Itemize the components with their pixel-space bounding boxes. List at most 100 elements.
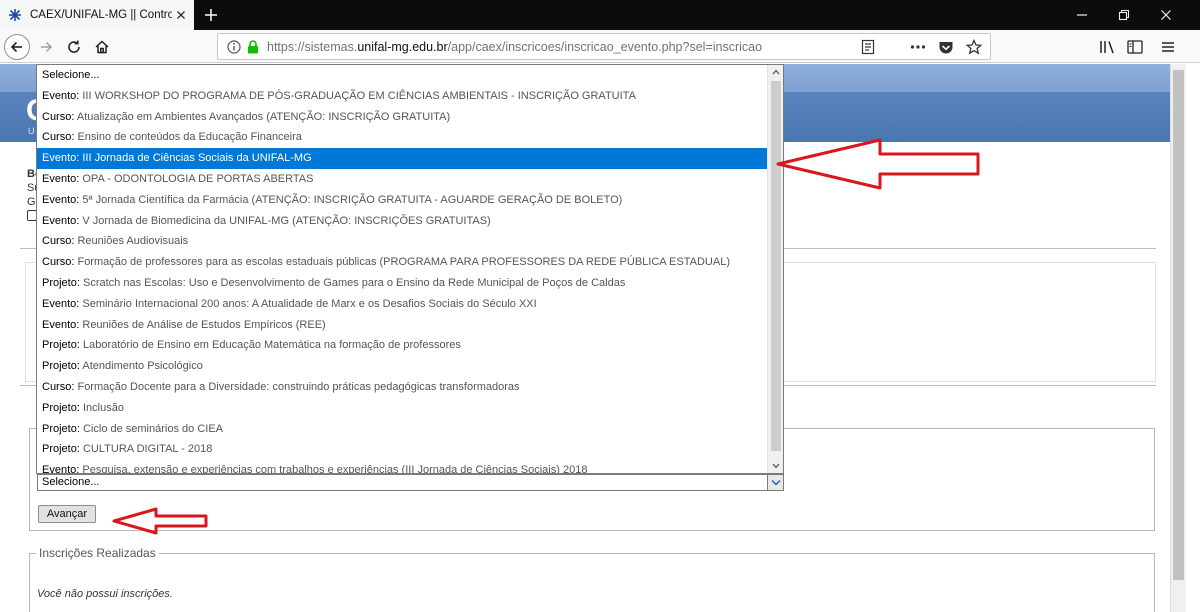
page-scrollbar[interactable] (1170, 64, 1186, 612)
dropdown-option-type: Evento: (42, 464, 80, 474)
no-registrations-message: Você não possui inscrições. (37, 588, 173, 600)
close-window-icon[interactable] (1146, 0, 1186, 30)
home-icon[interactable] (89, 34, 115, 60)
browser-tab[interactable]: CAEX/UNIFAL-MG || Controle d (0, 0, 194, 30)
registrations-legend: Inscrições Realizadas (36, 546, 159, 560)
dropdown-option-type: Curso: (42, 380, 75, 393)
reader-view-icon[interactable] (858, 38, 878, 56)
dropdown-option[interactable]: Projeto: Inclusão (37, 398, 767, 419)
dropdown-option-type: Projeto: (42, 360, 80, 373)
dropdown-option[interactable]: Selecione... (37, 65, 767, 86)
dropdown-option-type: Evento: (42, 172, 80, 185)
library-icon[interactable] (1097, 36, 1119, 58)
restore-icon[interactable] (1104, 0, 1144, 30)
dropdown-option-name: Pesquisa, extensão e experiências com tr… (82, 464, 588, 474)
plus-icon[interactable] (200, 4, 222, 26)
dropdown-option[interactable]: Evento: 5ª Jornada Científica da Farmáci… (37, 190, 767, 211)
dropdown-option[interactable]: Projeto: Scratch nas Escolas: Uso e Dese… (37, 273, 767, 294)
browser-tab-bar: CAEX/UNIFAL-MG || Controle d (0, 0, 1200, 30)
dropdown-option[interactable]: Evento: III Jornada de Ciências Sociais … (37, 148, 767, 169)
dropdown-option-name: Atendimento Psicológico (82, 360, 203, 373)
dropdown-option[interactable]: Projeto: Laboratório de Ensino em Educaç… (37, 335, 767, 356)
dropdown-option[interactable]: Evento: III WORKSHOP DO PROGRAMA DE PÓS-… (37, 86, 767, 107)
dropdown-option-type: Projeto: (42, 401, 80, 414)
dropdown-option-name: Formação de professores para as escolas … (77, 256, 730, 269)
dropdown-scrollbar-thumb[interactable] (771, 81, 781, 451)
caex-favicon-icon (8, 8, 22, 22)
dropdown-option-type: Evento: (42, 152, 80, 165)
info-icon[interactable] (225, 38, 243, 56)
dropdown-option-name: III Jornada de Ciências Sociais da UNIFA… (82, 152, 312, 165)
url-text: https://sistemas.unifal-mg.edu.br/app/ca… (267, 40, 762, 54)
dropdown-option-name: OPA - ODONTOLOGIA DE PORTAS ABERTAS (82, 172, 314, 185)
dropdown-option-name: Ensino de conteúdos da Educação Financei… (77, 131, 302, 144)
sidebar-icon[interactable] (1124, 36, 1146, 58)
close-icon[interactable] (174, 8, 188, 22)
event-select[interactable]: Selecione... (37, 474, 784, 491)
page-scrollbar-thumb[interactable] (1173, 70, 1184, 580)
url-host: unifal-mg.edu.br (357, 39, 448, 54)
dropdown-option-name: Ciclo de seminários do CIEA (82, 422, 223, 435)
advance-button[interactable]: Avançar (38, 505, 96, 523)
address-bar[interactable]: https://sistemas.unifal-mg.edu.br/app/ca… (217, 33, 991, 60)
dropdown-option-name: Formação Docente para a Diversidade: con… (77, 380, 520, 393)
dropdown-options: Selecione... Evento: III WORKSHOP DO PROG… (37, 65, 767, 474)
scroll-up-icon[interactable] (768, 65, 783, 79)
dropdown-option-type: Evento: (42, 214, 80, 227)
dropdown-option-type: Curso: (42, 256, 75, 269)
star-icon[interactable] (964, 38, 984, 56)
dropdown-option-name: CULTURA DIGITAL - 2018 (82, 443, 213, 456)
dropdown-option[interactable]: Projeto: Ciclo de seminários do CIEA (37, 419, 767, 440)
dropdown-option[interactable]: Curso: Formação Docente para a Diversida… (37, 377, 767, 398)
dropdown-option-name: 5ª Jornada Científica da Farmácia (ATENÇ… (82, 193, 623, 206)
dropdown-option-name: V Jornada de Biomedicina da UNIFAL-MG (A… (82, 214, 491, 227)
dropdown-option[interactable]: Curso: Ensino de conteúdos da Educação F… (37, 127, 767, 148)
pocket-icon[interactable] (936, 38, 956, 56)
site-logo-sub: U (28, 126, 35, 136)
dropdown-option[interactable]: Curso: Reuniões Audiovisuais (37, 231, 767, 252)
dropdown-option-type: Projeto: (42, 443, 80, 456)
lock-icon (245, 39, 261, 55)
dropdown-option-name: Reuniões de Análise de Estudos Empíricos… (82, 318, 326, 331)
event-dropdown-list[interactable]: Selecione... Evento: III WORKSHOP DO PROG… (36, 64, 784, 474)
dropdown-option-name: Atualização em Ambientes Avançados (ATEN… (76, 110, 451, 123)
dropdown-option-name: III WORKSHOP DO PROGRAMA DE PÓS-GRADUAÇÃ… (82, 89, 636, 102)
event-select-value: Selecione... (42, 476, 100, 488)
reload-icon[interactable] (61, 34, 87, 60)
dropdown-option[interactable]: Projeto: CULTURA DIGITAL - 2018 (37, 439, 767, 460)
dropdown-option[interactable]: Evento: Seminário Internacional 200 anos… (37, 294, 767, 315)
dropdown-option-name: Seminário Internacional 200 anos: A Atua… (82, 297, 537, 310)
dropdown-option-type: Evento: (42, 193, 80, 206)
dropdown-option-type: Projeto: (42, 422, 80, 435)
dropdown-option-type: Selecione... (42, 69, 100, 81)
dropdown-option-type: Curso: (42, 235, 75, 248)
window-edge (1186, 64, 1200, 612)
dropdown-option[interactable]: Projeto: Atendimento Psicológico (37, 356, 767, 377)
dropdown-option[interactable]: Evento: V Jornada de Biomedicina da UNIF… (37, 211, 767, 232)
scroll-down-icon[interactable] (768, 459, 783, 473)
dropdown-option-type: Projeto: (42, 276, 80, 289)
dropdown-option[interactable]: Evento: OPA - ODONTOLOGIA DE PORTAS ABER… (37, 169, 767, 190)
chevron-down-icon[interactable] (767, 475, 783, 490)
forward-arrow-icon[interactable] (33, 34, 59, 60)
registrations-fieldset (29, 553, 1155, 612)
dropdown-option[interactable]: Evento: Pesquisa, extensão e experiência… (37, 460, 767, 474)
dropdown-option[interactable]: Evento: Reuniões de Análise de Estudos E… (37, 315, 767, 336)
back-arrow-icon[interactable] (4, 34, 30, 60)
browser-nav-bar: https://sistemas.unifal-mg.edu.br/app/ca… (0, 30, 1200, 63)
minimize-icon[interactable] (1062, 0, 1102, 30)
dropdown-scrollbar[interactable] (767, 65, 783, 473)
dropdown-option-type: Curso: (42, 110, 75, 123)
ellipsis-icon[interactable] (908, 38, 928, 56)
dropdown-option-type: Curso: (42, 131, 75, 144)
separator (886, 38, 900, 56)
dropdown-option-name: Reuniões Audiovisuais (77, 235, 189, 248)
dropdown-option[interactable]: Curso: Formação de professores para as e… (37, 252, 767, 273)
dropdown-option-type: Evento: (42, 297, 80, 310)
hamburger-menu-icon[interactable] (1157, 36, 1179, 58)
dropdown-option-name: Laboratório de Ensino em Educação Matemá… (82, 339, 461, 352)
url-prefix: https://sistemas. (267, 39, 358, 54)
tab-title: CAEX/UNIFAL-MG || Controle d (30, 9, 172, 21)
dropdown-option-type: Evento: (42, 89, 80, 102)
dropdown-option[interactable]: Curso: Atualização em Ambientes Avançado… (37, 107, 767, 128)
